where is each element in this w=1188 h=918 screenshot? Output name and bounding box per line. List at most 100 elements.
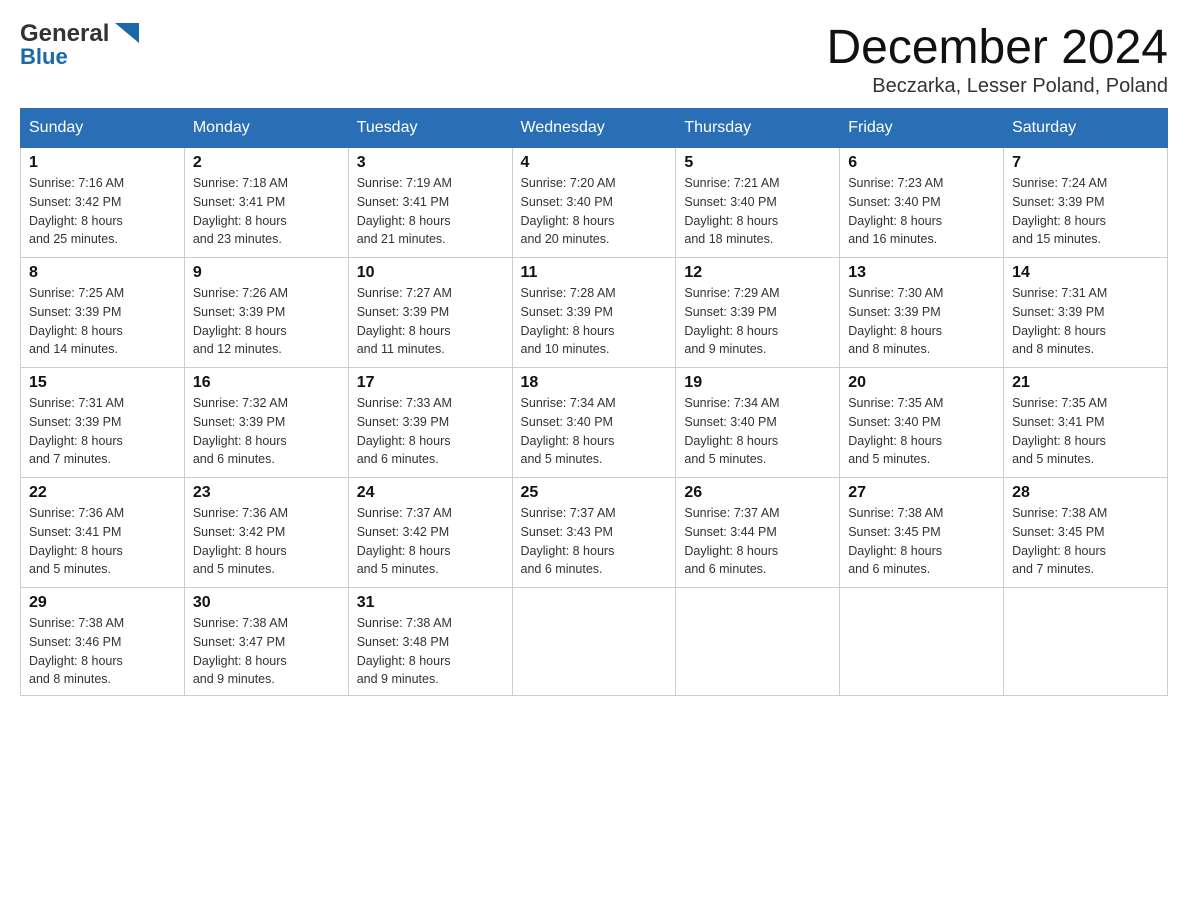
logo: General Blue xyxy=(20,20,139,70)
day-cell-29: 29 Sunrise: 7:38 AMSunset: 3:46 PMDayligh… xyxy=(21,588,185,696)
day-info: Sunrise: 7:29 AMSunset: 3:39 PMDaylight:… xyxy=(684,286,779,356)
day-cell-17: 17 Sunrise: 7:33 AMSunset: 3:39 PMDayligh… xyxy=(348,368,512,478)
day-number: 13 xyxy=(848,264,995,282)
day-number: 20 xyxy=(848,374,995,392)
day-cell-11: 11 Sunrise: 7:28 AMSunset: 3:39 PMDayligh… xyxy=(512,258,676,368)
week-row-4: 22 Sunrise: 7:36 AMSunset: 3:41 PMDayligh… xyxy=(21,478,1168,588)
day-cell-4: 4 Sunrise: 7:20 AMSunset: 3:40 PMDaylight… xyxy=(512,148,676,258)
day-cell-16: 16 Sunrise: 7:32 AMSunset: 3:39 PMDayligh… xyxy=(184,368,348,478)
day-number: 24 xyxy=(357,484,504,502)
day-cell-15: 15 Sunrise: 7:31 AMSunset: 3:39 PMDayligh… xyxy=(21,368,185,478)
day-info: Sunrise: 7:26 AMSunset: 3:39 PMDaylight:… xyxy=(193,286,288,356)
day-info: Sunrise: 7:31 AMSunset: 3:39 PMDaylight:… xyxy=(29,396,124,466)
header-sunday: Sunday xyxy=(21,109,185,148)
day-info: Sunrise: 7:24 AMSunset: 3:39 PMDaylight:… xyxy=(1012,176,1107,246)
logo-blue-text: Blue xyxy=(20,44,68,70)
day-number: 28 xyxy=(1012,484,1159,502)
day-info: Sunrise: 7:32 AMSunset: 3:39 PMDaylight:… xyxy=(193,396,288,466)
day-number: 11 xyxy=(521,264,668,282)
day-number: 15 xyxy=(29,374,176,392)
day-number: 16 xyxy=(193,374,340,392)
day-number: 1 xyxy=(29,154,176,172)
day-info: Sunrise: 7:20 AMSunset: 3:40 PMDaylight:… xyxy=(521,176,616,246)
day-number: 14 xyxy=(1012,264,1159,282)
week-row-5: 29 Sunrise: 7:38 AMSunset: 3:46 PMDayligh… xyxy=(21,588,1168,696)
day-info: Sunrise: 7:38 AMSunset: 3:45 PMDaylight:… xyxy=(848,506,943,576)
day-info: Sunrise: 7:36 AMSunset: 3:42 PMDaylight:… xyxy=(193,506,288,576)
header-saturday: Saturday xyxy=(1004,109,1168,148)
day-cell-5: 5 Sunrise: 7:21 AMSunset: 3:40 PMDaylight… xyxy=(676,148,840,258)
day-number: 22 xyxy=(29,484,176,502)
day-cell-23: 23 Sunrise: 7:36 AMSunset: 3:42 PMDayligh… xyxy=(184,478,348,588)
day-number: 4 xyxy=(521,154,668,172)
day-cell-3: 3 Sunrise: 7:19 AMSunset: 3:41 PMDaylight… xyxy=(348,148,512,258)
day-info: Sunrise: 7:38 AMSunset: 3:48 PMDaylight:… xyxy=(357,616,452,686)
day-cell-8: 8 Sunrise: 7:25 AMSunset: 3:39 PMDaylight… xyxy=(21,258,185,368)
day-number: 3 xyxy=(357,154,504,172)
day-info: Sunrise: 7:38 AMSunset: 3:47 PMDaylight:… xyxy=(193,616,288,686)
day-info: Sunrise: 7:33 AMSunset: 3:39 PMDaylight:… xyxy=(357,396,452,466)
day-info: Sunrise: 7:35 AMSunset: 3:40 PMDaylight:… xyxy=(848,396,943,466)
day-cell-20: 20 Sunrise: 7:35 AMSunset: 3:40 PMDayligh… xyxy=(840,368,1004,478)
day-info: Sunrise: 7:38 AMSunset: 3:46 PMDaylight:… xyxy=(29,616,124,686)
day-cell-12: 12Sunrise: 7:29 AMSunset: 3:39 PMDayligh… xyxy=(676,258,840,368)
day-cell-26: 26Sunrise: 7:37 AMSunset: 3:44 PMDayligh… xyxy=(676,478,840,588)
day-info: Sunrise: 7:36 AMSunset: 3:41 PMDaylight:… xyxy=(29,506,124,576)
day-number: 5 xyxy=(684,154,831,172)
day-info: Sunrise: 7:38 AMSunset: 3:45 PMDaylight:… xyxy=(1012,506,1107,576)
day-cell-1: 1 Sunrise: 7:16 AMSunset: 3:42 PMDaylight… xyxy=(21,148,185,258)
empty-cell xyxy=(1004,588,1168,696)
day-cell-7: 7 Sunrise: 7:24 AMSunset: 3:39 PMDaylight… xyxy=(1004,148,1168,258)
day-number: 9 xyxy=(193,264,340,282)
day-number: 23 xyxy=(193,484,340,502)
day-cell-28: 28 Sunrise: 7:38 AMSunset: 3:45 PMDayligh… xyxy=(1004,478,1168,588)
day-number: 8 xyxy=(29,264,176,282)
day-cell-14: 14 Sunrise: 7:31 AMSunset: 3:39 PMDayligh… xyxy=(1004,258,1168,368)
day-number: 2 xyxy=(193,154,340,172)
day-cell-19: 19 Sunrise: 7:34 AMSunset: 3:40 PMDayligh… xyxy=(676,368,840,478)
day-info: Sunrise: 7:18 AMSunset: 3:41 PMDaylight:… xyxy=(193,176,288,246)
day-number: 6 xyxy=(848,154,995,172)
header-friday: Friday xyxy=(840,109,1004,148)
day-cell-10: 10Sunrise: 7:27 AMSunset: 3:39 PMDayligh… xyxy=(348,258,512,368)
day-cell-22: 22 Sunrise: 7:36 AMSunset: 3:41 PMDayligh… xyxy=(21,478,185,588)
day-cell-21: 21 Sunrise: 7:35 AMSunset: 3:41 PMDayligh… xyxy=(1004,368,1168,478)
calendar-table: SundayMondayTuesdayWednesdayThursdayFrid… xyxy=(20,108,1168,696)
day-info: Sunrise: 7:16 AMSunset: 3:42 PMDaylight:… xyxy=(29,176,124,246)
day-number: 10 xyxy=(357,264,504,282)
day-number: 21 xyxy=(1012,374,1159,392)
day-info: Sunrise: 7:34 AMSunset: 3:40 PMDaylight:… xyxy=(684,396,779,466)
day-cell-31: 31Sunrise: 7:38 AMSunset: 3:48 PMDayligh… xyxy=(348,588,512,696)
day-number: 19 xyxy=(684,374,831,392)
day-info: Sunrise: 7:19 AMSunset: 3:41 PMDaylight:… xyxy=(357,176,452,246)
day-info: Sunrise: 7:37 AMSunset: 3:44 PMDaylight:… xyxy=(684,506,779,576)
day-number: 7 xyxy=(1012,154,1159,172)
day-cell-18: 18Sunrise: 7:34 AMSunset: 3:40 PMDayligh… xyxy=(512,368,676,478)
day-cell-9: 9 Sunrise: 7:26 AMSunset: 3:39 PMDaylight… xyxy=(184,258,348,368)
day-info: Sunrise: 7:28 AMSunset: 3:39 PMDaylight:… xyxy=(521,286,616,356)
week-row-2: 8 Sunrise: 7:25 AMSunset: 3:39 PMDaylight… xyxy=(21,258,1168,368)
day-info: Sunrise: 7:35 AMSunset: 3:41 PMDaylight:… xyxy=(1012,396,1107,466)
header-row: SundayMondayTuesdayWednesdayThursdayFrid… xyxy=(21,109,1168,148)
day-number: 17 xyxy=(357,374,504,392)
header-monday: Monday xyxy=(184,109,348,148)
calendar-subtitle: Beczarka, Lesser Poland, Poland xyxy=(826,75,1168,98)
week-row-1: 1 Sunrise: 7:16 AMSunset: 3:42 PMDaylight… xyxy=(21,148,1168,258)
day-cell-30: 30Sunrise: 7:38 AMSunset: 3:47 PMDayligh… xyxy=(184,588,348,696)
header-thursday: Thursday xyxy=(676,109,840,148)
day-number: 29 xyxy=(29,594,176,612)
day-info: Sunrise: 7:30 AMSunset: 3:39 PMDaylight:… xyxy=(848,286,943,356)
day-info: Sunrise: 7:21 AMSunset: 3:40 PMDaylight:… xyxy=(684,176,779,246)
day-cell-27: 27 Sunrise: 7:38 AMSunset: 3:45 PMDayligh… xyxy=(840,478,1004,588)
header-wednesday: Wednesday xyxy=(512,109,676,148)
day-info: Sunrise: 7:37 AMSunset: 3:42 PMDaylight:… xyxy=(357,506,452,576)
week-row-3: 15 Sunrise: 7:31 AMSunset: 3:39 PMDayligh… xyxy=(21,368,1168,478)
day-info: Sunrise: 7:31 AMSunset: 3:39 PMDaylight:… xyxy=(1012,286,1107,356)
empty-cell xyxy=(840,588,1004,696)
day-number: 27 xyxy=(848,484,995,502)
day-info: Sunrise: 7:25 AMSunset: 3:39 PMDaylight:… xyxy=(29,286,124,356)
calendar-title: December 2024 xyxy=(826,20,1168,75)
day-cell-25: 25Sunrise: 7:37 AMSunset: 3:43 PMDayligh… xyxy=(512,478,676,588)
day-cell-24: 24 Sunrise: 7:37 AMSunset: 3:42 PMDayligh… xyxy=(348,478,512,588)
empty-cell xyxy=(676,588,840,696)
